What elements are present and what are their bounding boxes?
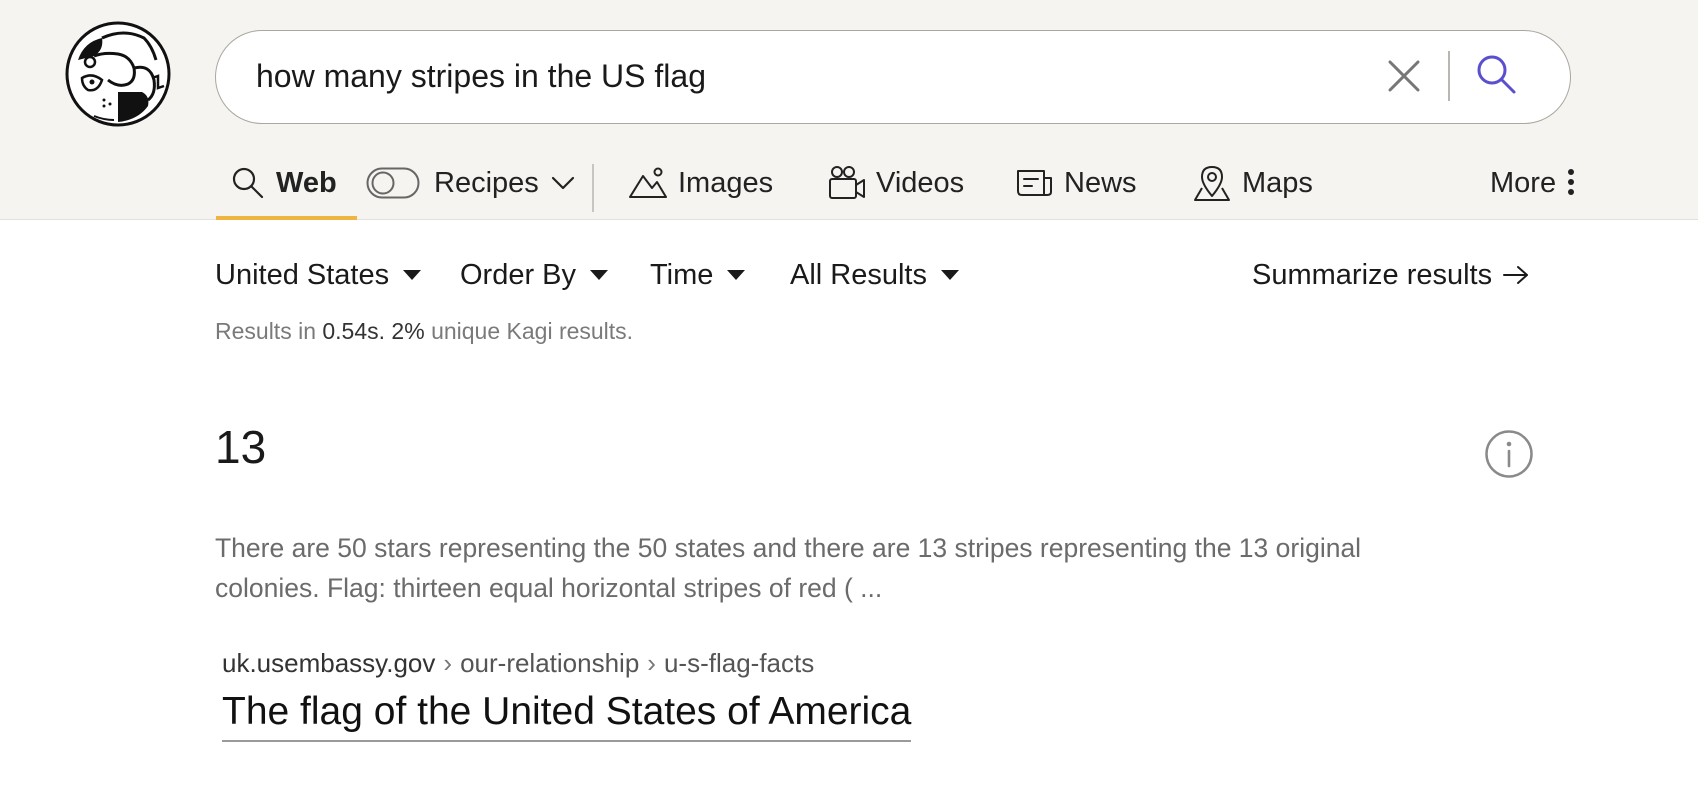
stats-suffix: unique Kagi results.	[431, 318, 634, 344]
tab-maps[interactable]: Maps	[1192, 150, 1313, 216]
search-icon	[232, 167, 264, 199]
nav-divider	[592, 164, 594, 212]
results-filter[interactable]: All Results	[790, 250, 959, 300]
arrow-right-icon	[1503, 266, 1529, 284]
clear-search-button[interactable]	[1384, 56, 1424, 96]
breadcrumb-separator: ›	[443, 648, 453, 678]
search-input[interactable]	[256, 31, 1306, 122]
order-by-filter[interactable]: Order By	[460, 250, 609, 300]
caret-down-icon	[727, 270, 746, 280]
tab-images[interactable]: Images	[628, 150, 773, 216]
stats-time: 0.54s.	[322, 318, 386, 344]
region-filter-label: United States	[215, 258, 390, 291]
tab-web-label: Web	[276, 166, 337, 199]
caret-down-icon	[941, 270, 959, 280]
newspaper-icon	[1017, 170, 1052, 196]
map-pin-icon	[1194, 166, 1230, 201]
info-button[interactable]	[1484, 429, 1534, 479]
mountain-icon	[629, 167, 667, 198]
recipes-toggle-tab[interactable]: Recipes	[366, 150, 577, 216]
result-path-segment: our-relationship	[460, 648, 640, 678]
result-url-breadcrumb[interactable]: uk.usembassy.gov › our-relationship › u-s-fl…	[222, 648, 814, 679]
result-title-link[interactable]: The flag of the United States of America	[222, 690, 912, 742]
caret-down-icon	[590, 270, 609, 280]
tab-news[interactable]: News	[1016, 150, 1137, 216]
tab-videos[interactable]: Videos	[828, 150, 964, 216]
breadcrumb-separator: ›	[647, 648, 656, 678]
summarize-results-button[interactable]: Summarize results	[1252, 250, 1530, 300]
caret-down-icon	[403, 270, 422, 280]
more-label: More	[1490, 166, 1557, 199]
search-type-nav: Web Recipes Images Videos News Maps More	[0, 150, 1698, 220]
kagi-doggo-logo-icon	[65, 21, 171, 127]
region-filter[interactable]: United States	[215, 250, 422, 300]
search-box	[215, 30, 1571, 124]
video-camera-icon	[829, 166, 865, 199]
result-path-segment: u-s-flag-facts	[663, 648, 815, 678]
stats-unique-pct: 2%	[391, 318, 425, 344]
results-filter-label: All Results	[790, 258, 927, 291]
filter-bar: United States Order By Time All Results …	[0, 250, 1698, 300]
tab-recipes-label: Recipes	[434, 166, 539, 199]
time-filter-label: Time	[650, 258, 714, 291]
time-filter[interactable]: Time	[650, 250, 746, 300]
tab-images-label: Images	[678, 166, 774, 199]
quick-answer-value: 13	[215, 421, 267, 473]
search-button[interactable]	[1472, 50, 1522, 100]
more-menu[interactable]: More	[1490, 150, 1578, 216]
tab-maps-label: Maps	[1242, 166, 1313, 199]
kagi-logo[interactable]	[64, 20, 172, 128]
toggle-off-icon[interactable]	[366, 167, 420, 199]
search-icon	[1477, 55, 1516, 94]
close-icon	[1388, 60, 1420, 92]
tab-news-label: News	[1064, 166, 1137, 199]
results-stats: Results in 0.54s. 2% unique Kagi results…	[215, 318, 633, 345]
chevron-down-icon[interactable]	[549, 173, 577, 193]
stats-prefix: Results in	[215, 318, 316, 344]
tab-web[interactable]: Web	[230, 150, 337, 216]
order-by-label: Order By	[460, 258, 577, 291]
search-divider	[1448, 51, 1450, 101]
answer-snippet: There are 50 stars representing the 50 s…	[215, 533, 1362, 603]
header: Web Recipes Images	[0, 0, 1698, 220]
tab-videos-label: Videos	[876, 166, 965, 199]
vertical-dots-icon	[1568, 169, 1575, 195]
info-icon	[1485, 430, 1533, 478]
summarize-label: Summarize results	[1252, 258, 1493, 291]
active-tab-indicator	[216, 216, 357, 220]
result-domain: uk.usembassy.gov	[222, 648, 436, 678]
